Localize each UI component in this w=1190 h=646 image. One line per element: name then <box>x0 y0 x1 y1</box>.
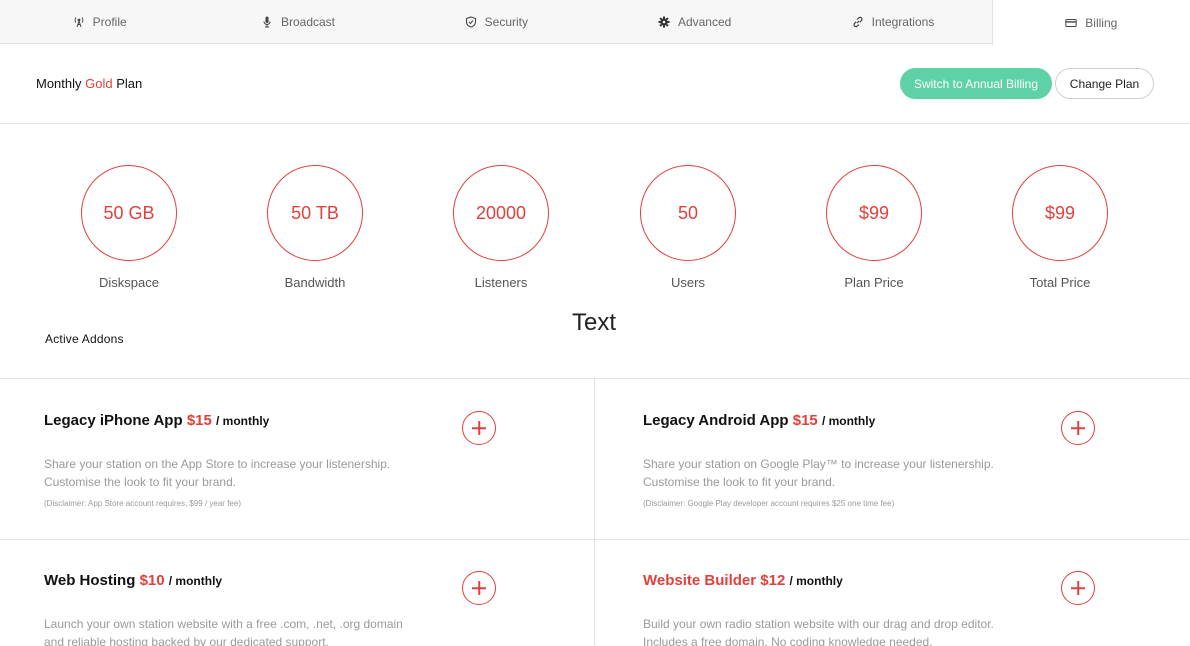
stat-total-price: $99 Total Price <box>1000 165 1120 290</box>
addon-price: $15 <box>792 412 818 429</box>
stat-value: 50 TB <box>267 165 363 261</box>
settings-tabs: Profile Broadcast Security Advanced Inte… <box>0 0 1190 45</box>
stat-plan-price: $99 Plan Price <box>814 165 934 290</box>
tab-billing[interactable]: Billing <box>991 0 1190 45</box>
active-addons-heading: Active Addons <box>45 332 124 346</box>
stat-label: Total Price <box>1029 275 1091 290</box>
tab-integrations[interactable]: Integrations <box>793 0 991 43</box>
tab-profile[interactable]: Profile <box>0 0 198 43</box>
switch-annual-billing-button[interactable]: Switch to Annual Billing <box>900 68 1052 99</box>
stat-bandwidth: 50 TB Bandwidth <box>255 165 375 290</box>
addon-name: Legacy iPhone App <box>44 412 183 429</box>
addon-title: Website Builder $12 / monthly <box>643 572 1103 589</box>
addon-period: / monthly <box>216 414 270 428</box>
addon-price: $12 <box>760 572 786 589</box>
microphone-icon <box>261 16 273 28</box>
addon-description: Share your station on Google Play™ to in… <box>643 457 994 489</box>
tab-security[interactable]: Security <box>397 0 595 43</box>
addon-web-hosting: Web Hosting $10 / monthly Launch your ow… <box>44 572 504 646</box>
add-addon-button[interactable] <box>462 411 496 445</box>
add-addon-button[interactable] <box>1061 571 1095 605</box>
tab-billing-label: Billing <box>1085 15 1118 30</box>
stat-value: $99 <box>826 165 922 261</box>
change-plan-button[interactable]: Change Plan <box>1055 68 1154 99</box>
addon-name: Website Builder <box>643 572 757 589</box>
addon-disclaimer: (Disclaimer: App Store account requires,… <box>44 499 241 508</box>
addon-description: Launch your own station website with a f… <box>44 617 403 646</box>
tab-integrations-label: Integrations <box>871 14 935 29</box>
plan-period: Monthly <box>36 76 82 91</box>
addon-period: / monthly <box>821 414 876 428</box>
addon-title: Legacy Android App $15 / monthly <box>643 412 1103 429</box>
stat-label: Diskspace <box>99 275 159 290</box>
addon-website-builder: Website Builder $12 / monthly Build your… <box>643 572 1103 646</box>
stat-users: 50 Users <box>628 165 748 290</box>
addon-description: Share your station on the App Store to i… <box>44 457 391 489</box>
tab-broadcast-label: Broadcast <box>280 14 335 29</box>
stat-value: $99 <box>1012 165 1108 261</box>
tab-advanced[interactable]: Advanced <box>595 0 793 43</box>
plan-title: Monthly Gold Plan <box>36 76 142 91</box>
stat-label: Plan Price <box>844 275 904 290</box>
plan-suffix: Plan <box>116 76 143 91</box>
addon-legacy-android-app: Legacy Android App $15 / monthly Share y… <box>643 412 1103 508</box>
addon-title: Legacy iPhone App $15 / monthly <box>44 412 504 429</box>
stat-diskspace: 50 GB Diskspace <box>69 165 189 290</box>
tab-profile-label: Profile <box>92 14 127 29</box>
stat-value: 50 GB <box>81 165 177 261</box>
antenna-icon <box>73 16 85 28</box>
stat-value: 50 <box>640 165 736 261</box>
stat-listeners: 20000 Listeners <box>441 165 561 290</box>
divider <box>0 378 1190 379</box>
stat-value: 20000 <box>453 165 549 261</box>
addon-price: $15 <box>186 412 212 429</box>
addon-price: $10 <box>139 572 165 589</box>
plan-tier: Gold <box>85 76 113 91</box>
addon-name: Web Hosting <box>44 572 136 589</box>
addon-name: Legacy Android App <box>643 412 789 429</box>
plan-header: Monthly Gold Plan Switch to Annual Billi… <box>0 44 1190 124</box>
addon-period: / monthly <box>168 574 223 588</box>
tab-security-label: Security <box>484 14 528 29</box>
credit-card-icon <box>1065 17 1077 29</box>
link-icon <box>852 16 864 28</box>
addon-title: Web Hosting $10 / monthly <box>44 572 504 589</box>
placeholder-text: Text <box>572 309 617 336</box>
addon-legacy-iphone-app: Legacy iPhone App $15 / monthly Share yo… <box>44 412 504 508</box>
stat-label: Users <box>671 275 705 290</box>
stat-label: Bandwidth <box>284 275 346 290</box>
shield-icon <box>465 15 477 28</box>
stat-label: Listeners <box>474 275 528 290</box>
gear-icon <box>658 16 670 28</box>
add-addon-button[interactable] <box>1061 411 1095 445</box>
tab-broadcast[interactable]: Broadcast <box>198 0 396 43</box>
addon-period: / monthly <box>789 574 843 588</box>
tab-advanced-label: Advanced <box>677 14 732 29</box>
add-addon-button[interactable] <box>462 571 496 605</box>
divider <box>0 539 1190 540</box>
addon-disclaimer: (Disclaimer: Google Play developer accou… <box>643 499 895 508</box>
divider <box>594 379 595 646</box>
addon-description: Build your own radio station website wit… <box>643 617 994 646</box>
